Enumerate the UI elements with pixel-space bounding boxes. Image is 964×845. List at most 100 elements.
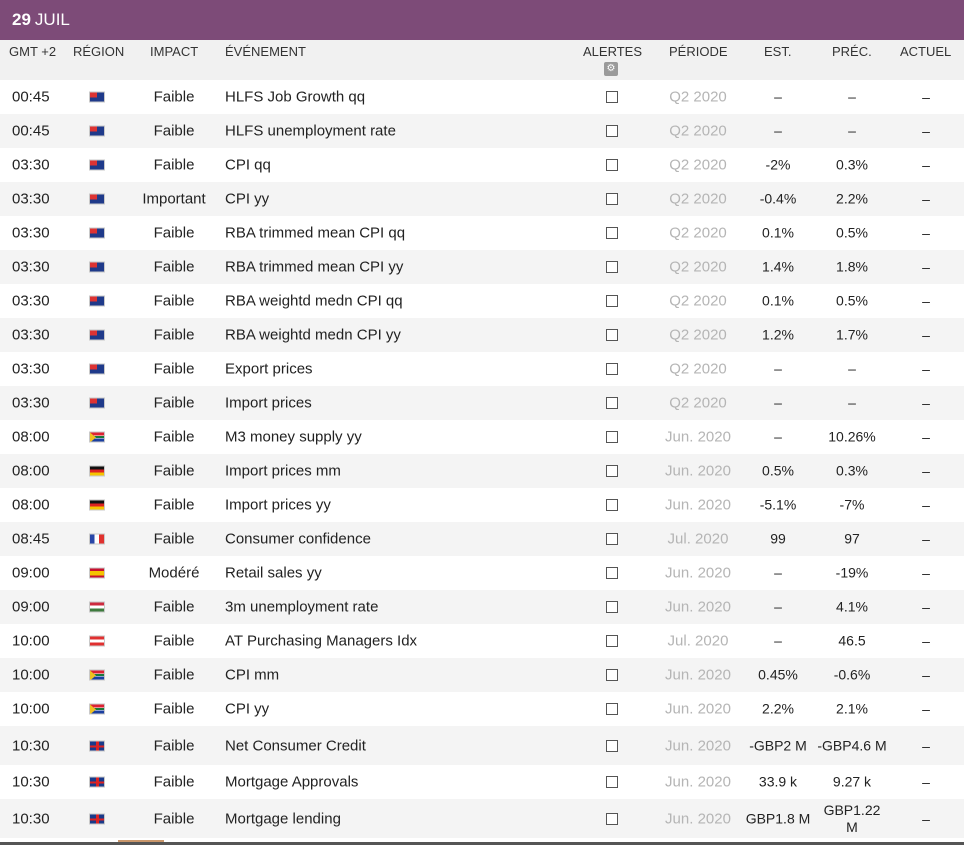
table-row[interactable]: 03:30 Faible RBA trimmed mean CPI qq Q2 202… (0, 216, 964, 250)
event-impact: Faible (153, 258, 195, 276)
alert-checkbox[interactable] (606, 125, 618, 137)
table-row[interactable]: 03:30 Important CPI yy Q2 2020 -0.4% 2.2% – (0, 182, 964, 216)
table-row[interactable]: 03:30 Faible RBA trimmed mean CPI yy Q2 202… (0, 250, 964, 284)
event-title[interactable]: Import prices yy (225, 497, 331, 514)
alert-checkbox[interactable] (606, 635, 618, 647)
alert-checkbox[interactable] (606, 776, 618, 788)
alert-checkbox[interactable] (606, 91, 618, 103)
alert-checkbox[interactable] (606, 227, 618, 239)
event-time: 03:30 (12, 326, 50, 344)
event-time: 08:45 (12, 530, 50, 548)
event-previous: 0.5% (836, 292, 868, 309)
event-title[interactable]: Retail sales yy (225, 565, 322, 582)
event-impact: Faible (153, 737, 195, 754)
event-title[interactable]: Consumer confidence (225, 531, 371, 548)
table-row[interactable]: 03:30 Faible Import prices Q2 2020 – – – (0, 386, 964, 420)
event-time: 08:00 (12, 428, 50, 446)
event-title[interactable]: CPI mm (225, 667, 279, 684)
au-flag-icon (89, 329, 105, 341)
alert-checkbox[interactable] (606, 499, 618, 511)
alert-checkbox[interactable] (606, 739, 618, 752)
table-row[interactable]: 03:30 Faible RBA weightd medn CPI yy Q2 202… (0, 318, 964, 352)
event-title[interactable]: Net Consumer Credit (225, 737, 366, 754)
table-row[interactable]: 08:00 Faible Import prices yy Jun. 2020 -5.1… (0, 488, 964, 522)
table-row[interactable]: 10:00 Faible CPI yy Jun. 2020 2.2% 2.1% – (0, 692, 964, 726)
alert-checkbox[interactable] (606, 363, 618, 375)
alert-checkbox[interactable] (606, 567, 618, 579)
event-estimate: 0.1% (762, 292, 794, 309)
event-title[interactable]: CPI yy (225, 701, 269, 718)
col-region[interactable]: RÉGION (73, 44, 124, 59)
col-actual[interactable]: ACTUEL (900, 44, 951, 59)
table-row[interactable]: 00:45 Faible HLFS Job Growth qq Q2 2020 – – – (0, 80, 964, 114)
table-row[interactable]: 10:00 Faible AT Purchasing Managers Idx Jul… (0, 624, 964, 658)
au-flag-icon (89, 159, 105, 171)
col-prev[interactable]: PRÉC. (832, 44, 872, 59)
col-est[interactable]: EST. (764, 44, 791, 59)
event-list: 00:45 Faible HLFS Job Growth qq Q2 2020– – –0… (0, 80, 964, 838)
event-title[interactable]: HLFS unemployment rate (225, 123, 396, 140)
event-impact: Faible (153, 156, 195, 174)
event-title[interactable]: Mortgage Approvals (225, 774, 358, 791)
fr-flag-icon (89, 533, 105, 545)
event-title[interactable]: Import prices (225, 395, 312, 412)
event-title[interactable]: M3 money supply yy (225, 429, 362, 446)
event-period: Q2 2020 (669, 190, 727, 208)
alert-checkbox[interactable] (606, 812, 618, 825)
table-row[interactable]: 08:00 Faible Import prices mm Jun. 2020 0.5%… (0, 454, 964, 488)
table-row[interactable]: 00:45 Faible HLFS unemployment rate Q2 2020… (0, 114, 964, 148)
alert-checkbox[interactable] (606, 159, 618, 171)
event-time: 03:30 (12, 190, 50, 208)
table-row[interactable]: 03:30 Faible CPI qq Q2 2020 -2% 0.3% – (0, 148, 964, 182)
event-actual: – (922, 463, 930, 479)
col-event[interactable]: ÉVÉNEMENT (225, 44, 306, 59)
table-row[interactable]: 09:00 Faible 3m unemployment rate Jun. 2020… (0, 590, 964, 624)
table-row[interactable]: 10:30 Faible Net Consumer Credit Jun. 2020 -… (0, 726, 964, 765)
alert-checkbox[interactable] (606, 261, 618, 273)
table-row[interactable]: 09:00 Modéré Retail sales yy Jun. 2020 – -19%… (0, 556, 964, 590)
event-title[interactable]: AT Purchasing Managers Idx (225, 633, 417, 650)
event-time: 08:00 (12, 462, 50, 480)
event-period: Q2 2020 (669, 326, 727, 344)
event-estimate: -GBP2 M (749, 737, 807, 753)
event-previous: 0.3% (836, 462, 868, 479)
col-period[interactable]: PÉRIODE (669, 44, 728, 59)
event-title[interactable]: CPI qq (225, 157, 271, 174)
event-title[interactable]: RBA trimmed mean CPI yy (225, 259, 403, 276)
table-row[interactable]: 08:45 Faible Consumer confidence Jul. 2020 9… (0, 522, 964, 556)
alert-checkbox[interactable] (606, 295, 618, 307)
table-row[interactable]: 03:30 Faible Export prices Q2 2020 – – – (0, 352, 964, 386)
event-title[interactable]: Mortgage lending (225, 810, 341, 827)
table-row[interactable]: 10:00 Faible CPI mm Jun. 2020 0.45% -0.6% – (0, 658, 964, 692)
alert-checkbox[interactable] (606, 397, 618, 409)
event-title[interactable]: RBA weightd medn CPI yy (225, 327, 401, 344)
alert-checkbox[interactable] (606, 533, 618, 545)
event-title[interactable]: CPI yy (225, 191, 269, 208)
event-title[interactable]: HLFS Job Growth qq (225, 89, 365, 106)
event-period: Jun. 2020 (665, 428, 731, 446)
event-estimate: – (774, 122, 782, 139)
gear-icon[interactable]: ⚙ (604, 62, 618, 76)
alert-checkbox[interactable] (606, 601, 618, 613)
alert-checkbox[interactable] (606, 669, 618, 681)
table-row[interactable]: 10:30 Faible Mortgage lending Jun. 2020 GBP1… (0, 799, 964, 838)
table-row[interactable]: 08:00 Faible M3 money supply yy Jun. 2020 – 1… (0, 420, 964, 454)
alert-checkbox[interactable] (606, 329, 618, 341)
event-title[interactable]: 3m unemployment rate (225, 599, 378, 616)
event-title[interactable]: RBA trimmed mean CPI qq (225, 225, 405, 242)
alert-checkbox[interactable] (606, 193, 618, 205)
date-day: 29 (12, 10, 31, 29)
table-row[interactable]: 10:30 Faible Mortgage Approvals Jun. 2020 33… (0, 765, 964, 799)
event-title[interactable]: Import prices mm (225, 463, 341, 480)
alert-checkbox[interactable] (606, 465, 618, 477)
alert-checkbox[interactable] (606, 703, 618, 715)
event-title[interactable]: RBA weightd medn CPI qq (225, 293, 403, 310)
table-row[interactable]: 03:30 Faible RBA weightd medn CPI qq Q2 202… (0, 284, 964, 318)
col-impact[interactable]: IMPACT (150, 44, 198, 59)
event-title[interactable]: Export prices (225, 361, 313, 378)
event-actual: – (922, 191, 930, 207)
alert-checkbox[interactable] (606, 431, 618, 443)
event-previous: -0.6% (833, 666, 871, 683)
event-actual: – (922, 157, 930, 173)
col-time[interactable]: GMT +2 (9, 44, 56, 59)
